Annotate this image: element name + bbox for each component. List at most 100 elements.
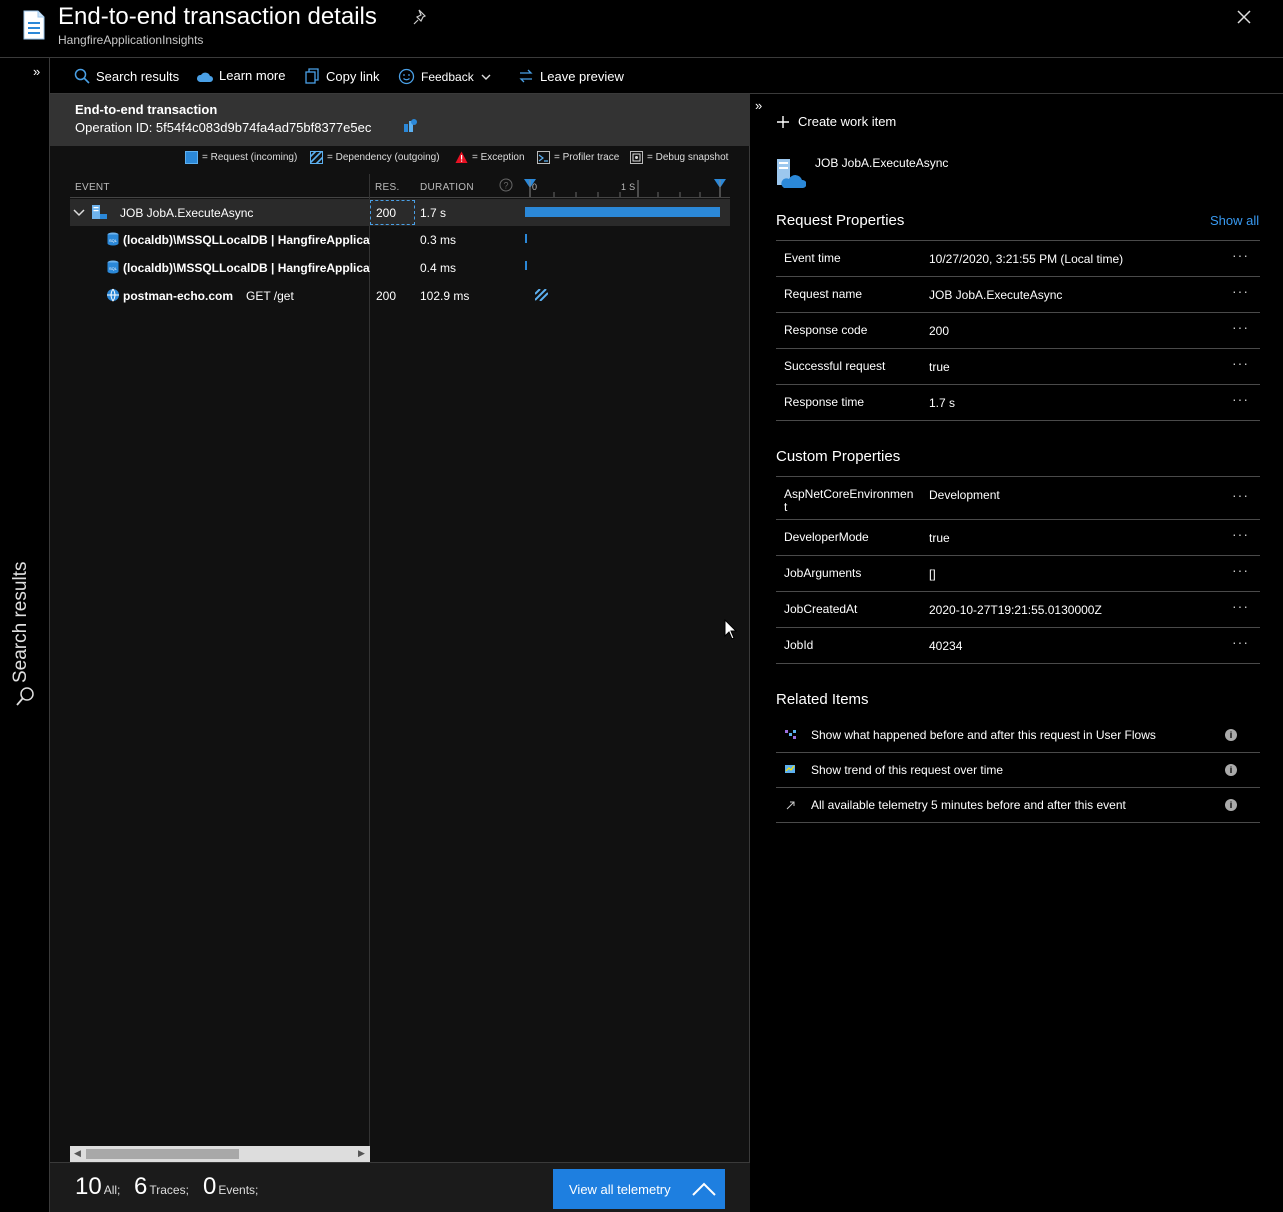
count-traces[interactable]: 6 Traces;	[134, 1173, 189, 1201]
collapsed-search-rail: » Search results	[0, 58, 50, 1212]
copy-icon	[305, 68, 319, 84]
collapse-chevron-icon[interactable]: »	[755, 98, 762, 113]
more-options-icon[interactable]: ···	[1232, 598, 1249, 614]
table-row-dependency-sql[interactable]: SQL (localdb)\MSSQLLocalDB | HangfireApp…	[70, 226, 730, 253]
app-insights-icon[interactable]	[402, 118, 418, 134]
scroll-right-icon[interactable]: ▶	[358, 1148, 365, 1159]
property-value: Development	[929, 488, 1000, 502]
expand-chevron-icon[interactable]: »	[33, 64, 40, 79]
property-row: JobArguments [] ···	[776, 556, 1260, 592]
custom-properties-title: Custom Properties	[776, 448, 901, 465]
column-separator	[369, 174, 370, 1149]
operation-id: Operation ID: 5f54f4c083d9b74fa4ad75bf83…	[75, 120, 372, 135]
scrollbar-thumb[interactable]	[86, 1149, 239, 1159]
request-name: JOB JobA.ExecuteAsync	[815, 156, 949, 170]
table-row-dependency-sql[interactable]: SQL (localdb)\MSSQLLocalDB | HangfireApp…	[70, 254, 730, 281]
related-item-telemetry[interactable]: All available telemetry 5 minutes before…	[776, 788, 1260, 823]
property-row: JobId 40234 ···	[776, 628, 1260, 664]
count-events[interactable]: 0 Events;	[203, 1173, 258, 1201]
column-res[interactable]: RES.	[375, 182, 400, 193]
more-options-icon[interactable]: ···	[1232, 283, 1249, 299]
view-all-label: View all telemetry	[569, 1181, 671, 1197]
legend-dependency-label: = Dependency (outgoing)	[327, 152, 440, 163]
count-all[interactable]: 10 All;	[75, 1173, 120, 1201]
more-options-icon[interactable]: ···	[1232, 247, 1249, 263]
leave-preview-button[interactable]: Leave preview	[518, 68, 624, 84]
column-event[interactable]: EVENT	[75, 182, 110, 193]
property-row: Successful request true ···	[776, 349, 1260, 385]
row-duration: 102.9 ms	[420, 289, 470, 303]
table-row-dependency-http[interactable]: postman-echo.com GET /get 200 102.9 ms	[70, 282, 730, 309]
close-icon[interactable]	[1235, 8, 1253, 26]
search-results-button[interactable]: Search results	[74, 68, 179, 84]
more-options-icon[interactable]: ···	[1232, 562, 1249, 578]
table-row-request[interactable]: JOB JobA.ExecuteAsync 200 1.7 s	[70, 199, 730, 226]
property-value: 40234	[929, 639, 963, 653]
legend-profiler: = Profiler trace	[537, 151, 619, 164]
dependency-bar[interactable]	[525, 261, 527, 270]
dependency-bar[interactable]	[525, 234, 527, 243]
command-bar: Search results Learn more Copy link Feed…	[50, 58, 1283, 94]
related-items-title: Related Items	[776, 691, 869, 708]
chevron-up-icon	[692, 1182, 716, 1196]
legend-profiler-label: = Profiler trace	[554, 152, 620, 163]
smiley-icon	[398, 68, 415, 85]
row-event: JOB JobA.ExecuteAsync	[120, 206, 254, 220]
related-item-label: All available telemetry 5 minutes before…	[811, 798, 1126, 812]
profiler-trace-icon	[537, 151, 550, 164]
column-duration[interactable]: DURATION	[420, 182, 474, 193]
create-work-item-label: Create work item	[798, 114, 897, 129]
property-row: Response code 200 ···	[776, 313, 1260, 349]
more-options-icon[interactable]: ···	[1232, 319, 1249, 335]
help-icon[interactable]: ?	[499, 178, 513, 192]
property-key: Response code	[784, 323, 868, 337]
document-icon	[23, 10, 45, 40]
more-options-icon[interactable]: ···	[1232, 487, 1249, 503]
property-row: DeveloperMode true ···	[776, 520, 1260, 556]
count-events-label: Events;	[218, 1183, 259, 1197]
info-icon[interactable]: i	[1225, 799, 1237, 811]
rail-label[interactable]: Search results	[10, 562, 32, 683]
related-item-label: Show what happened before and after this…	[811, 728, 1156, 742]
row-detail: GET /get	[246, 289, 294, 303]
property-value: true	[929, 531, 950, 545]
more-options-icon[interactable]: ···	[1232, 391, 1249, 407]
show-all-link[interactable]: Show all	[1210, 213, 1259, 228]
request-bar[interactable]	[525, 207, 720, 217]
exception-warning-icon	[455, 151, 468, 163]
tick-1s: 1 S	[621, 182, 636, 192]
more-options-icon[interactable]: ···	[1232, 634, 1249, 650]
related-item-trend[interactable]: Show trend of this request over time i	[776, 753, 1260, 788]
page-title: End-to-end transaction details	[58, 3, 377, 30]
legend-snapshot-label: = Debug snapshot	[647, 152, 729, 163]
more-options-icon[interactable]: ···	[1232, 355, 1249, 371]
sql-database-icon: SQL	[107, 260, 119, 274]
learn-more-button[interactable]: Learn more	[196, 68, 285, 83]
feedback-dropdown[interactable]: Feedback	[398, 68, 492, 85]
create-work-item-button[interactable]: Create work item	[776, 114, 896, 129]
more-options-icon[interactable]: ···	[1232, 526, 1249, 542]
scroll-left-icon[interactable]: ◀	[74, 1148, 81, 1159]
feedback-label: Feedback	[421, 69, 474, 84]
legend-dependency: = Dependency (outgoing)	[310, 151, 440, 164]
pin-icon[interactable]	[412, 8, 430, 26]
legend: = Request (incoming) = Dependency (outgo…	[50, 151, 750, 167]
svg-text:SQL: SQL	[109, 266, 118, 271]
row-event: (localdb)\MSSQLLocalDB | HangfireApplica…	[123, 233, 370, 247]
property-row: Response time 1.7 s ···	[776, 385, 1260, 421]
info-icon[interactable]: i	[1225, 764, 1237, 776]
property-row: JobCreatedAt 2020-10-27T19:21:55.0130000…	[776, 592, 1260, 628]
property-key: DeveloperMode	[784, 530, 869, 544]
view-all-telemetry-button[interactable]: View all telemetry	[553, 1169, 725, 1209]
leave-preview-label: Leave preview	[540, 68, 624, 84]
header-divider	[70, 197, 730, 198]
copy-link-button[interactable]: Copy link	[305, 68, 379, 84]
horizontal-scrollbar[interactable]: ◀ ▶	[70, 1146, 370, 1162]
dependency-bar[interactable]	[535, 289, 548, 301]
related-item-user-flows[interactable]: Show what happened before and after this…	[776, 718, 1260, 753]
chevron-down-icon[interactable]	[73, 208, 85, 218]
info-icon[interactable]: i	[1225, 729, 1237, 741]
related-items-list: Show what happened before and after this…	[776, 718, 1260, 823]
row-duration: 0.3 ms	[420, 233, 457, 247]
search-icon[interactable]	[15, 686, 35, 708]
